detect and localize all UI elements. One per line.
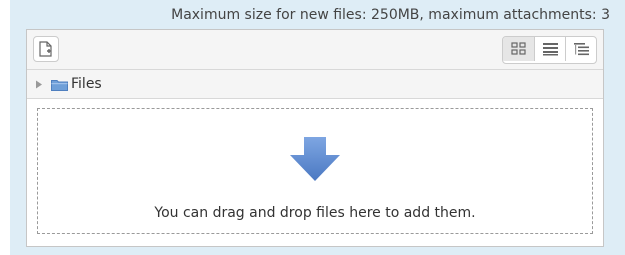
drag-drop-zone[interactable]: You can drag and drop files here to add …	[37, 108, 593, 234]
list-icon	[543, 43, 558, 56]
file-picker: Files You can drag and drop files here t…	[26, 29, 604, 247]
folder-path-bar: Files	[27, 70, 603, 99]
arrow-down-icon	[290, 137, 340, 181]
view-mode-switcher	[502, 36, 597, 64]
view-details-button[interactable]	[534, 37, 565, 61]
tree-icon	[574, 43, 589, 56]
triangle-right-icon[interactable]	[35, 80, 43, 89]
add-file-icon	[39, 41, 52, 57]
add-file-button[interactable]	[33, 36, 59, 62]
filemanager-container: Maximum size for new files: 250MB, maxim…	[10, 0, 625, 255]
view-tree-button[interactable]	[565, 37, 596, 61]
folder-label-files[interactable]: Files	[71, 76, 102, 92]
upload-limits-text: Maximum size for new files: 250MB, maxim…	[171, 7, 610, 23]
folder-icon	[51, 80, 68, 91]
filemanager-toolbar	[27, 30, 603, 70]
drop-instructions: You can drag and drop files here to add …	[154, 205, 476, 221]
grid-icon	[511, 42, 526, 55]
view-icons-button[interactable]	[503, 37, 534, 61]
